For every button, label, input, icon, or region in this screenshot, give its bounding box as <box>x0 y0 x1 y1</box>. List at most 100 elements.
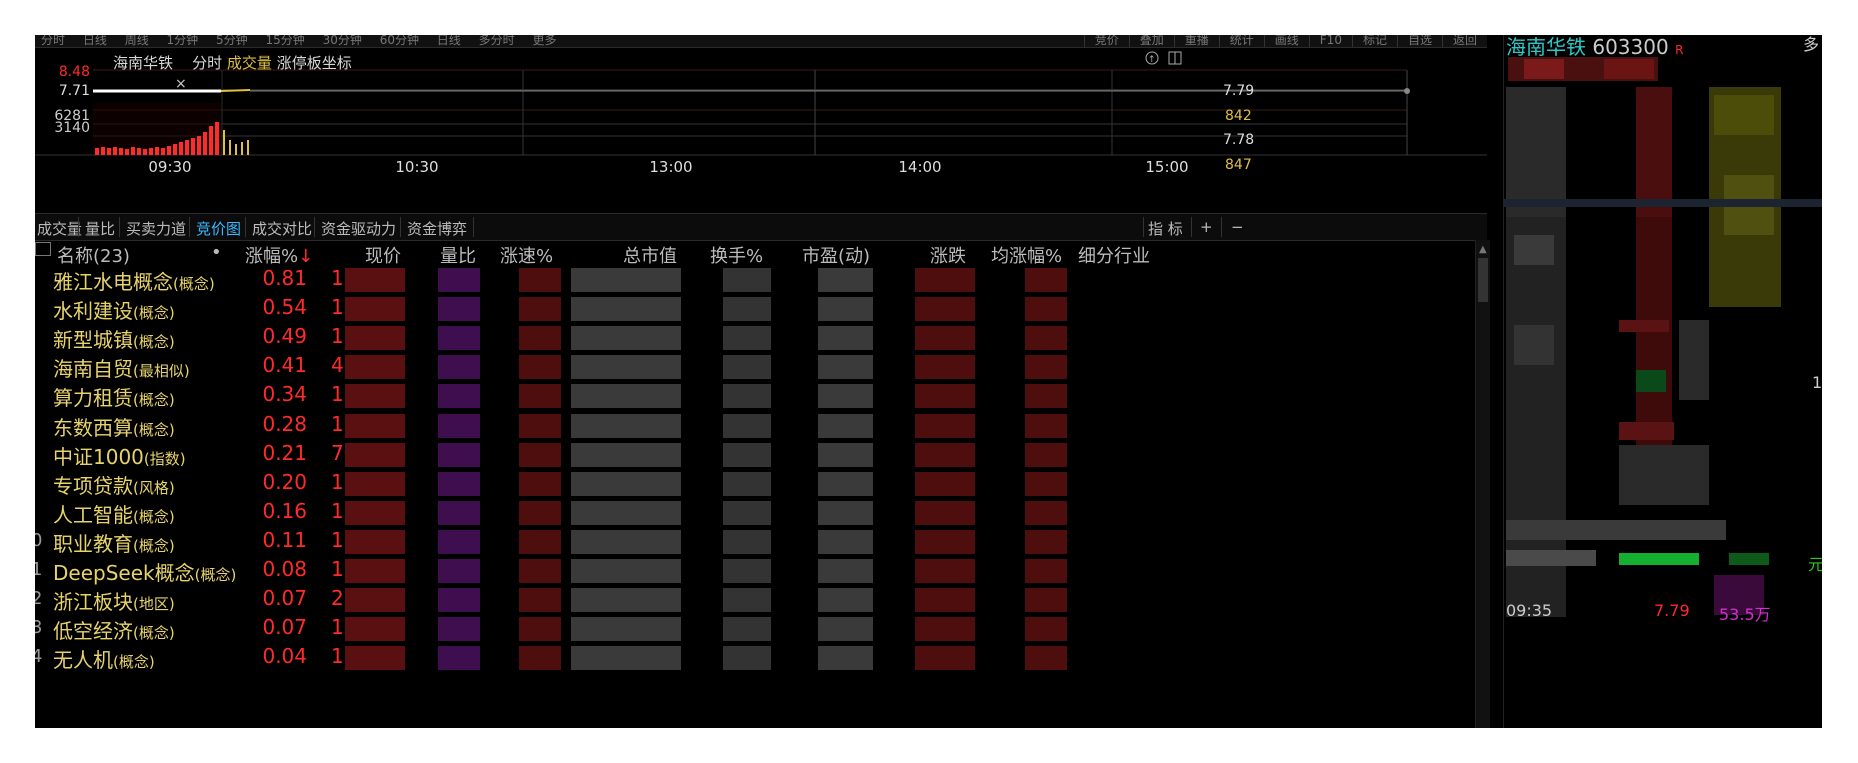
col-market-cap[interactable]: 总市值 <box>623 242 677 268</box>
table-row[interactable]: 人工智能(概念)0.1619 <box>35 499 1471 527</box>
toolbar-item[interactable]: 日线 <box>437 35 461 47</box>
table-row[interactable]: 雅江水电概念(概念)0.8112 <box>35 266 1471 294</box>
pixelated-cell <box>345 384 405 409</box>
row-change-pct: 0.08 <box>262 557 307 581</box>
toolbar-right-item[interactable]: 重播 <box>1173 35 1219 47</box>
pixelated-cell <box>818 355 873 380</box>
row-name[interactable]: 人工智能(概念) <box>53 499 175 528</box>
col-avg-change[interactable]: 均涨幅% <box>991 242 1062 268</box>
tab-volume-ratio[interactable]: 量比 <box>85 218 115 239</box>
toolbar-right-item[interactable]: 返回 <box>1441 35 1487 47</box>
toolbar-item[interactable]: 5分钟 <box>216 35 248 47</box>
sort-desc-icon: ↓ <box>298 246 314 267</box>
tab-trade-compare[interactable]: 成交对比 <box>252 218 312 239</box>
row-name[interactable]: 东数西算(概念) <box>53 412 175 441</box>
col-change-pct[interactable]: 涨幅%↓ <box>245 242 313 268</box>
table-row[interactable]: 3低空经济(概念)0.0719 <box>35 615 1471 643</box>
row-name[interactable]: 算力租赁(概念) <box>53 382 175 411</box>
pixelated-cell <box>345 617 405 642</box>
pixelated-cell <box>1025 500 1067 525</box>
pixelated-cell <box>345 413 405 438</box>
toolbar-right-item[interactable]: 自选 <box>1396 35 1442 47</box>
toolbar-item[interactable]: 1分钟 <box>167 35 199 47</box>
chart-mode[interactable]: 分时 <box>192 54 222 72</box>
table-scrollbar[interactable]: ▲ <box>1475 240 1490 728</box>
pixelated-cell <box>571 326 681 351</box>
table-row[interactable]: 东数西算(概念)0.2817 <box>35 412 1471 440</box>
pixelated-cell <box>723 413 771 438</box>
table-menu-icon[interactable] <box>35 242 51 256</box>
pixelated-cell <box>1025 617 1067 642</box>
table-row[interactable]: 专项贷款(风格)0.2015 <box>35 470 1471 498</box>
toolbar-item[interactable]: 日线 <box>83 35 107 47</box>
row-name[interactable]: 水利建设(概念) <box>53 295 175 324</box>
row-name[interactable]: 专项贷款(风格) <box>53 470 175 499</box>
row-name[interactable]: 海南自贸(最相似) <box>53 353 190 382</box>
add-indicator-button[interactable]: + <box>1200 218 1213 236</box>
toolbar-item[interactable]: 多分时 <box>479 35 515 47</box>
col-turnover[interactable]: 换手% <box>710 242 763 268</box>
time-label: 15:00 <box>1145 158 1188 176</box>
toolbar-item[interactable]: 15分钟 <box>265 35 304 47</box>
pixelated-cell <box>1025 355 1067 380</box>
table-row[interactable]: 水利建设(概念)0.5418 <box>35 295 1471 323</box>
pixelated-cell <box>438 442 480 467</box>
row-name[interactable]: 浙江板块(地区) <box>53 586 175 615</box>
indicator-button[interactable]: 指 标 <box>1148 218 1183 239</box>
toolbar-item[interactable]: 周线 <box>125 35 149 47</box>
tab-capital-drive[interactable]: 资金驱动力 <box>321 218 396 239</box>
pixelated-cell <box>1025 646 1067 671</box>
toolbar-right-item[interactable]: 叠加 <box>1128 35 1174 47</box>
col-name[interactable]: 名称(23) <box>57 242 130 268</box>
toolbar-item[interactable]: 更多 <box>532 35 556 47</box>
pixelated-cell <box>571 588 681 613</box>
toolbar-right-item[interactable]: 标记 <box>1351 35 1397 47</box>
pixelated-cell <box>915 413 975 438</box>
remove-indicator-button[interactable]: − <box>1231 218 1244 236</box>
pixelated-cell <box>1025 297 1067 322</box>
col-industry[interactable]: 细分行业 <box>1078 242 1150 268</box>
row-name[interactable]: 新型城镇(概念) <box>53 324 175 353</box>
pixelated-cell <box>723 500 771 525</box>
scrollbar-thumb[interactable] <box>1478 258 1488 302</box>
table-row[interactable]: 0职业教育(概念)0.1110 <box>35 528 1471 556</box>
toolbar-item[interactable]: 60分钟 <box>380 35 419 47</box>
table-row[interactable]: 算力租赁(概念)0.3413 <box>35 382 1471 410</box>
toolbar-right-item[interactable]: 竞价 <box>1083 35 1129 47</box>
pixelated-cell <box>915 442 975 467</box>
pixelated-cell <box>438 559 480 583</box>
col-change[interactable]: 涨跌 <box>930 242 966 268</box>
table-row[interactable]: 中证1000(指数)0.2179 <box>35 441 1471 469</box>
chart-limit-label[interactable]: 涨停板坐标 <box>277 54 352 72</box>
table-row[interactable]: 4无人机(概念)0.0410 <box>35 644 1471 672</box>
pixelated-cell <box>1025 384 1067 409</box>
tab-volume[interactable]: 成交量 <box>37 218 82 239</box>
row-name[interactable]: 职业教育(概念) <box>53 528 175 557</box>
col-pe[interactable]: 市盈(动) <box>802 242 870 268</box>
row-name[interactable]: DeepSeek概念(概念) <box>53 557 236 586</box>
col-price[interactable]: 现价 <box>365 242 401 268</box>
tab-capital-game[interactable]: 资金博弈 <box>407 218 467 239</box>
table-row[interactable]: 2浙江板块(地区)0.0725 <box>35 586 1471 614</box>
tab-auction-chart[interactable]: 竞价图 <box>196 218 241 239</box>
col-volume-ratio[interactable]: 量比 <box>440 242 476 268</box>
period-toolbar: 分时 日线 周线 1分钟 5分钟 15分钟 30分钟 60分钟 日线 多分时 更… <box>35 35 1487 48</box>
row-name[interactable]: 中证1000(指数) <box>53 441 186 470</box>
col-speed[interactable]: 涨速% <box>500 242 553 268</box>
toolbar-right-item[interactable]: F10 <box>1308 35 1352 47</box>
toolbar-right-item[interactable]: 画线 <box>1263 35 1309 47</box>
pixelated-cell <box>438 413 480 438</box>
row-name[interactable]: 雅江水电概念(概念) <box>53 266 215 295</box>
toolbar-item[interactable]: 分时 <box>41 35 65 47</box>
table-row[interactable]: 海南自贸(最相似)0.4146 <box>35 353 1471 381</box>
row-name[interactable]: 低空经济(概念) <box>53 615 175 644</box>
toolbar-item[interactable]: 30分钟 <box>323 35 362 47</box>
tab-buysell-power[interactable]: 买卖力道 <box>126 218 186 239</box>
chart-vol-label[interactable]: 成交量 <box>227 54 272 72</box>
pixelated-cell <box>571 529 681 554</box>
row-name[interactable]: 无人机(概念) <box>53 644 155 673</box>
table-row[interactable]: 1DeepSeek概念(概念)0.0816 <box>35 557 1471 585</box>
table-row[interactable]: 新型城镇(概念)0.4912 <box>35 324 1471 352</box>
toolbar-right-item[interactable]: 统计 <box>1218 35 1264 47</box>
pixelated-cell <box>723 559 771 583</box>
